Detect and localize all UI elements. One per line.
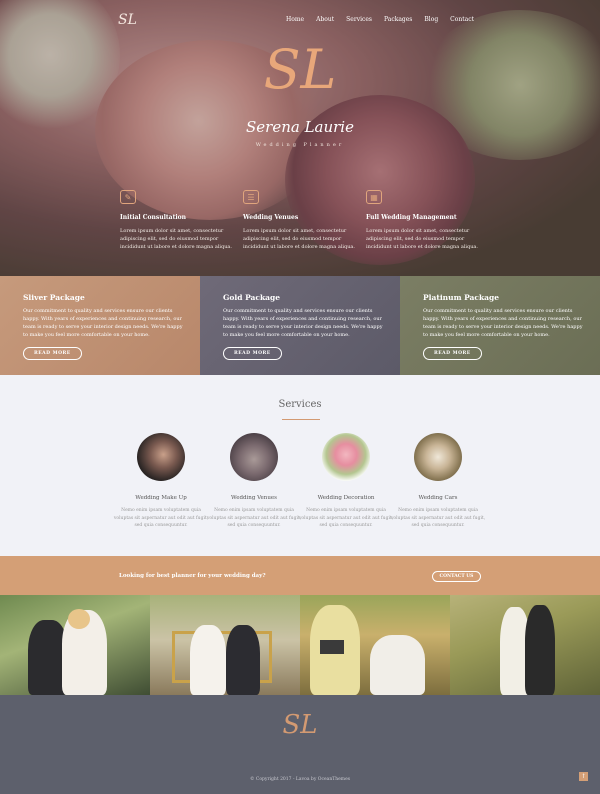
- nav-item-blog[interactable]: Blog: [424, 16, 438, 23]
- package-text: Our commitment to quality and services e…: [223, 308, 383, 338]
- feature-text: Lorem ipsum dolor sit amet, consectetur …: [120, 228, 233, 250]
- read-more-button[interactable]: READ MORE: [423, 347, 482, 360]
- footer: SL © Copyright 2017 - Lavoa by OceanThem…: [0, 695, 600, 794]
- gallery-photo[interactable]: [450, 595, 600, 695]
- bride-figure: [190, 625, 226, 695]
- service-text: Nemo enim ipsam voluptatem quia voluptas…: [390, 508, 486, 528]
- nav-item-contact[interactable]: Contact: [450, 16, 474, 23]
- groom-figure: [370, 635, 425, 695]
- services-title: Services: [278, 399, 322, 410]
- feature-full-wedding-management: ▦ Full Wedding Management Lorem ipsum do…: [366, 190, 478, 251]
- feature-wedding-venues: ☰ Wedding Venues Lorem ipsum dolor sit a…: [243, 190, 355, 251]
- back-to-top-button[interactable]: ↑: [579, 772, 588, 781]
- groom-figure: [525, 605, 555, 695]
- read-more-button[interactable]: READ MORE: [23, 347, 82, 360]
- feature-text: Lorem ipsum dolor sit amet, consectetur …: [243, 228, 356, 250]
- nav-logo[interactable]: SL: [118, 12, 137, 28]
- nav-item-home[interactable]: Home: [286, 16, 304, 23]
- service-image: [322, 433, 370, 481]
- services-divider: [282, 419, 320, 420]
- map-icon: ☰: [243, 190, 259, 204]
- service-wedding-cars: Wedding Cars Nemo enim ipsam voluptatem …: [383, 433, 493, 530]
- copyright-text: © Copyright 2017 - Lavoa by OceanThemes: [249, 777, 351, 782]
- package-title: Platinum Package: [423, 293, 500, 302]
- sign-board: [320, 640, 344, 654]
- bride-hair: [68, 609, 90, 629]
- calendar-icon: ▦: [366, 190, 382, 204]
- package-text: Our commitment to quality and services e…: [423, 308, 583, 338]
- footer-logo: SL: [282, 710, 318, 740]
- gallery-photo[interactable]: [0, 595, 150, 695]
- service-image: [137, 433, 185, 481]
- service-image: [230, 433, 278, 481]
- hero-title: Serena Laurie: [246, 118, 354, 136]
- service-title: Wedding Cars: [418, 495, 458, 501]
- gallery-photo[interactable]: [300, 595, 450, 695]
- package-silver: Sliver Package Our commitment to quality…: [0, 276, 200, 375]
- feature-title: Initial Consultation: [120, 214, 186, 221]
- feature-title: Full Wedding Management: [366, 214, 457, 221]
- package-title: Gold Package: [223, 293, 281, 302]
- feature-initial-consultation: ✎ Initial Consultation Lorem ipsum dolor…: [120, 190, 232, 251]
- package-platinum: Platinum Package Our commitment to quali…: [400, 276, 600, 375]
- nav-item-about[interactable]: About: [316, 16, 334, 23]
- feature-title: Wedding Venues: [243, 214, 299, 221]
- gallery-photo[interactable]: [150, 595, 300, 695]
- package-title: Sliver Package: [23, 293, 85, 302]
- cta-banner: Looking for best planner for your weddin…: [0, 556, 600, 595]
- chat-bubbles-icon: ✎: [120, 190, 136, 204]
- main-nav: Home About Services Packages Blog Contac…: [286, 16, 474, 23]
- cta-text: Looking for best planner for your weddin…: [119, 573, 266, 579]
- feature-text: Lorem ipsum dolor sit amet, consectetur …: [366, 228, 479, 250]
- hero-tagline: Wedding Planner: [255, 142, 345, 148]
- nav-item-services[interactable]: Services: [346, 16, 372, 23]
- package-text: Our commitment to quality and services e…: [23, 308, 183, 338]
- groom-figure: [226, 625, 260, 695]
- hero-section: SL Home About Services Packages Blog Con…: [0, 0, 600, 276]
- package-gold: Gold Package Our commitment to quality a…: [200, 276, 400, 375]
- service-image: [414, 433, 462, 481]
- hero-logo: SL: [263, 38, 337, 101]
- read-more-button[interactable]: READ MORE: [223, 347, 282, 360]
- contact-us-button[interactable]: CONTACT US: [432, 571, 481, 582]
- nav-item-packages[interactable]: Packages: [384, 16, 412, 23]
